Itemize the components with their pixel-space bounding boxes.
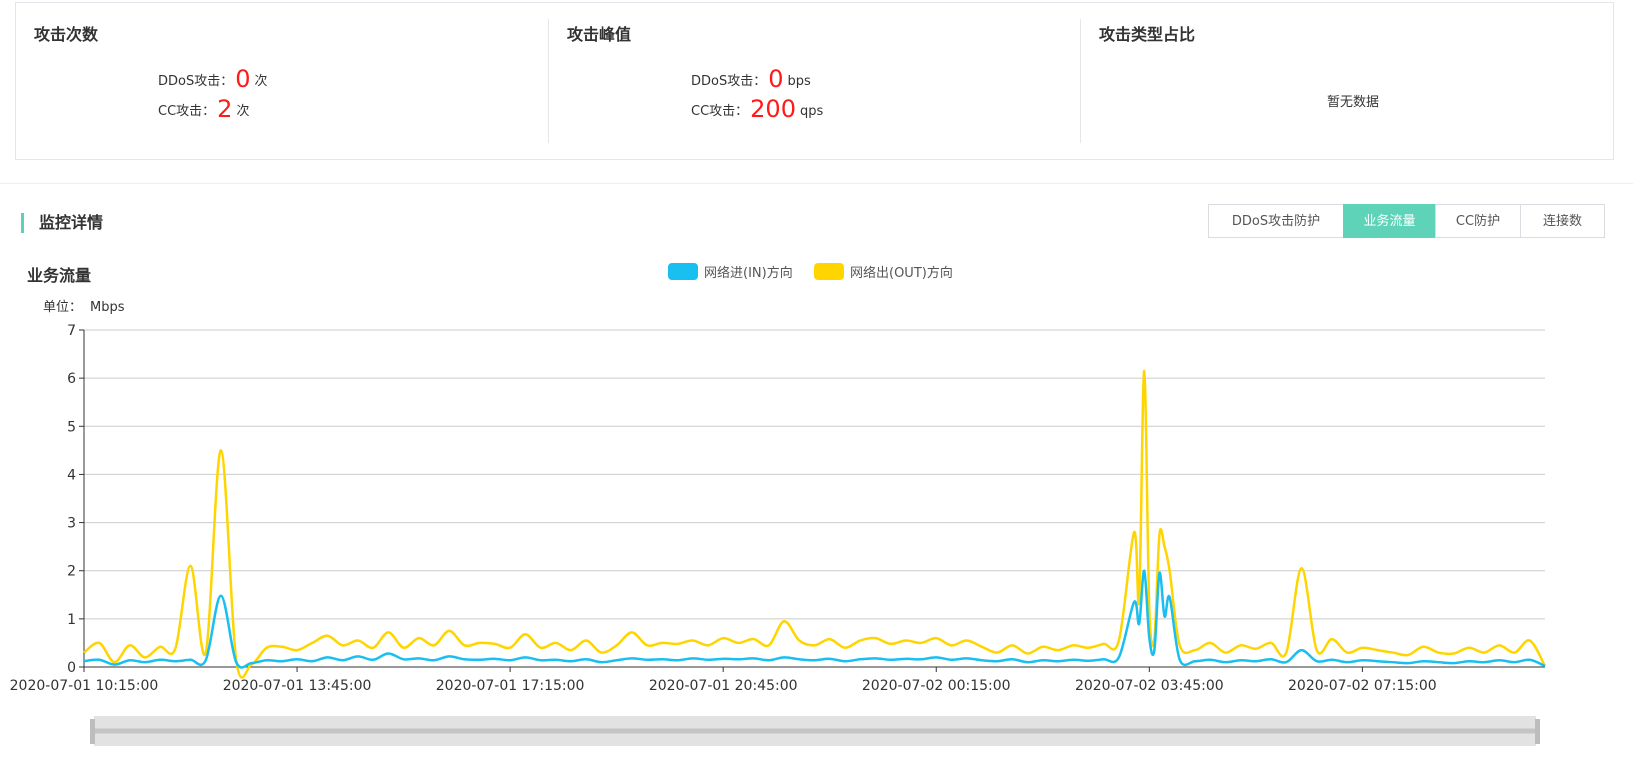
cc-count-unit: 次 [236, 104, 250, 119]
y-tick-label: 0 [67, 660, 76, 676]
legend-out-swatch [814, 263, 844, 280]
y-tick-label: 4 [67, 467, 76, 483]
x-tick-label: 2020-07-01 10:15:00 [10, 678, 159, 694]
x-tick-label: 2020-07-01 20:45:00 [649, 678, 798, 694]
legend-in-swatch [668, 263, 698, 280]
y-tick-label: 6 [67, 371, 76, 387]
monitor-section-title: 监控详情 [21, 213, 103, 233]
x-tick-label: 2020-07-01 17:15:00 [436, 678, 585, 694]
y-tick-label: 3 [67, 516, 76, 532]
legend-in-label: 网络进(IN)方向 [704, 266, 793, 281]
attack-count-card: 攻击次数 DDoS攻击：0 次 CC攻击：2 次 [16, 3, 548, 161]
ddos-label: DDoS攻击： [691, 74, 767, 89]
attack-peak-cc-row: CC攻击：200 qps [691, 95, 823, 123]
attack-peak-card: 攻击峰值 DDoS攻击：0 bps CC攻击：200 qps [548, 19, 1081, 143]
attack-peak-ddos-row: DDoS攻击：0 bps [691, 65, 811, 93]
legend-item-in[interactable]: 网络进(IN)方向 [668, 262, 793, 281]
series-line-out [83, 369, 1547, 679]
attack-count-ddos-row: DDoS攻击：0 次 [158, 65, 268, 93]
chart-title: 业务流量 [27, 266, 92, 285]
y-tick-label: 5 [67, 419, 76, 435]
monitor-tabs: DDoS攻击防护 业务流量 CC防护 连接数 [1208, 204, 1605, 238]
y-tick-label: 1 [67, 612, 76, 628]
ddos-label: DDoS攻击： [158, 74, 234, 89]
attack-type-ratio-title: 攻击类型占比 [1099, 25, 1196, 44]
y-tick-label: 7 [67, 323, 76, 339]
legend-out-label: 网络出(OUT)方向 [850, 266, 953, 281]
x-tick-label: 2020-07-02 03:45:00 [1075, 678, 1224, 694]
cc-peak-value: 200 [750, 95, 796, 123]
ddos-count-unit: 次 [254, 74, 268, 89]
attack-type-ratio-card: 攻击类型占比 暂无数据 [1080, 19, 1614, 143]
ddos-peak-value: 0 [768, 65, 784, 93]
tab-connections[interactable]: 连接数 [1520, 204, 1605, 238]
attack-peak-title: 攻击峰值 [567, 25, 632, 44]
section-divider [0, 183, 1633, 184]
no-data-text: 暂无数据 [1327, 95, 1380, 110]
cc-count-value: 2 [217, 95, 233, 123]
y-tick-label: 2 [67, 564, 76, 580]
attack-count-title: 攻击次数 [34, 25, 99, 44]
attack-count-cc-row: CC攻击：2 次 [158, 95, 249, 123]
traffic-line-chart: 0 1 2 3 4 5 6 7 2020-07-01 10:15:00 2020-07-01 13… [10, 323, 1547, 694]
ddos-peak-unit: bps [787, 74, 811, 89]
cc-label: CC攻击： [691, 104, 749, 119]
x-tick-label: 2020-07-02 07:15:00 [1288, 678, 1437, 694]
ddos-count-value: 0 [235, 65, 251, 93]
x-tick-label: 2020-07-02 00:15:00 [862, 678, 1011, 694]
cc-label: CC攻击： [158, 104, 216, 119]
tab-ddos-protection[interactable]: DDoS攻击防护 [1208, 204, 1344, 238]
x-tick-label: 2020-07-01 13:45:00 [223, 678, 372, 694]
tab-business-traffic[interactable]: 业务流量 [1343, 204, 1436, 238]
slider-left-handle[interactable] [90, 719, 95, 744]
slider-right-handle[interactable] [1535, 719, 1540, 744]
tab-cc-protection[interactable]: CC防护 [1435, 204, 1521, 238]
data-zoom-slider[interactable] [90, 714, 1540, 749]
cc-peak-unit: qps [799, 104, 824, 119]
legend-item-out[interactable]: 网络出(OUT)方向 [814, 262, 953, 281]
attack-summary-panel: 攻击次数 DDoS攻击：0 次 CC攻击：2 次 攻击峰值 DDoS攻击：0 bps … [15, 2, 1614, 160]
